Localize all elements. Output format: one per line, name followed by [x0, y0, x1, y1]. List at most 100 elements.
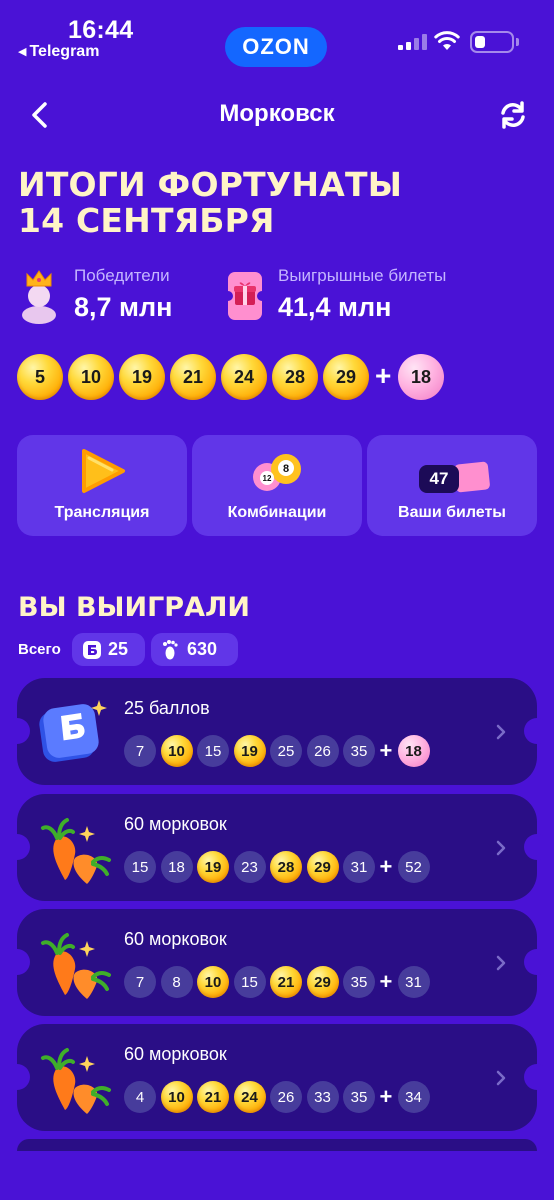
- ticket-notch: [524, 834, 550, 860]
- back-to-telegram-link[interactable]: ◀ Telegram: [18, 43, 99, 61]
- combinations-button[interactable]: 8 12 Комбинации: [192, 435, 362, 536]
- matched-number-ball: 10: [160, 1081, 193, 1113]
- bonus-ball: 18: [398, 354, 444, 400]
- chevron-right-icon: [496, 955, 506, 971]
- number-ball: 26: [306, 735, 339, 767]
- winner-crown-icon: [22, 270, 56, 324]
- number-ball: 31: [343, 851, 375, 883]
- plus-sign: +: [375, 360, 392, 391]
- stat-tickets-value: 41,4 млн: [278, 292, 392, 322]
- matched-number-ball: 24: [233, 1081, 266, 1113]
- ticket-notch: [4, 1064, 30, 1090]
- number-ball: 33: [306, 1081, 339, 1113]
- chevron-right-icon: [496, 840, 506, 856]
- winning-ball: 21: [170, 354, 216, 400]
- number-ball: 15: [233, 966, 266, 998]
- matched-number-ball: 29: [306, 966, 339, 998]
- bonus-ball: 34: [397, 1081, 430, 1113]
- ticket-notch: [524, 1064, 550, 1090]
- matched-bonus-ball: 18: [397, 735, 430, 767]
- ozon-logo: OZON: [225, 27, 327, 67]
- number-ball: 23: [233, 851, 266, 883]
- broadcast-label: Трансляция: [54, 504, 150, 521]
- stat-winners: Победители 8,7 млн: [18, 262, 208, 326]
- status-time: 16:44: [68, 16, 134, 44]
- prize-ticket-row[interactable]: 25 баллов 7 10 15 19 25 26 35 +18: [4, 678, 550, 785]
- matched-number-ball: 19: [233, 735, 266, 767]
- prize-title: 60 морковок: [124, 929, 227, 949]
- carrot-icon: [41, 933, 111, 999]
- stat-winners-label: Победители: [74, 266, 170, 285]
- wifi-icon: [434, 31, 460, 50]
- carrots-total-chip: 630: [151, 633, 238, 666]
- prize-title: 60 морковок: [124, 814, 227, 834]
- prize-ticket-row[interactable]: 60 морковок 7 8 10 15 21 29 35 +31: [4, 909, 550, 1016]
- number-ball: 35: [343, 966, 375, 998]
- winning-ball: 24: [221, 354, 267, 400]
- prize-ticket-row[interactable]: 60 морковок 4 10 21 24 26 33 35 +34: [4, 1024, 550, 1131]
- winning-ball: 5: [17, 354, 63, 400]
- matched-number-ball: 28: [270, 851, 302, 883]
- carrot-icon: [41, 818, 111, 884]
- number-ball: 18: [160, 851, 193, 883]
- matched-number-ball: 29: [306, 851, 339, 883]
- stat-tickets-label: Выигрышные билеты: [278, 266, 447, 285]
- headline-line-1: ИТОГИ ФОРТУНАТЫ: [18, 165, 403, 204]
- your-tickets-button[interactable]: 47 Ваши билеты: [367, 435, 537, 536]
- points-b-small-icon: [83, 641, 101, 659]
- prize-ticket-row[interactable]: 60 морковок 15 18 19 23 28 29 31 +52: [4, 794, 550, 901]
- plus-sign: +: [379, 969, 393, 994]
- prize-title: 25 баллов: [124, 698, 210, 718]
- ticket-notch: [4, 718, 30, 744]
- plus-sign: +: [379, 854, 393, 879]
- stat-winners-value: 8,7 млн: [74, 292, 173, 322]
- back-triangle-icon: ◀: [18, 46, 27, 58]
- tickets-count-badge: 47: [429, 469, 449, 488]
- number-ball: 15: [124, 851, 156, 883]
- chevron-right-icon: [496, 724, 506, 740]
- refresh-icon[interactable]: [496, 98, 530, 132]
- carrot-icon: [41, 1048, 111, 1114]
- status-bar: 16:44 ◀ Telegram OZON: [0, 0, 554, 80]
- number-ball: 25: [270, 735, 302, 767]
- ticket-notch: [4, 834, 30, 860]
- lottery-balls-icon: 8 12: [253, 454, 301, 491]
- number-ball: 8: [160, 966, 193, 998]
- winning-ball: 28: [272, 354, 318, 400]
- svg-text:12: 12: [263, 474, 272, 483]
- carrots-total-value: 630: [187, 639, 218, 659]
- broadcast-button[interactable]: Трансляция: [17, 435, 187, 536]
- total-label: Всего: [18, 641, 61, 658]
- chevron-right-icon: [496, 1070, 506, 1086]
- play-icon: [82, 449, 125, 493]
- headline-line-2: 14 СЕНТЯБРЯ: [18, 201, 275, 240]
- prize-title: 60 морковок: [124, 1044, 227, 1064]
- number-ball: 35: [343, 1081, 375, 1113]
- stat-winning-tickets: Выигрышные билеты 41,4 млн: [222, 262, 522, 326]
- won-title: ВЫ ВЫИГРАЛИ: [18, 592, 251, 623]
- winning-ball: 10: [68, 354, 114, 400]
- footprint-icon: [163, 640, 178, 660]
- matched-number-ball: 10: [160, 735, 193, 767]
- matched-number-ball: 10: [197, 966, 229, 998]
- bonus-ball: 52: [397, 851, 430, 883]
- matched-number-ball: 19: [197, 851, 229, 883]
- winning-ball: 19: [119, 354, 165, 400]
- number-ball: 7: [124, 735, 156, 767]
- ticket-notch: [524, 949, 550, 975]
- number-ball: 26: [270, 1081, 302, 1113]
- matched-number-ball: 21: [270, 966, 302, 998]
- ticket-notch: [524, 718, 550, 744]
- results-headline: ИТОГИ ФОРТУНАТЫ 14 СЕНТЯБРЯ: [18, 167, 458, 239]
- signal-icon: [398, 34, 428, 50]
- prize-ticket-row[interactable]: [17, 1139, 537, 1151]
- gift-ticket-icon: [224, 272, 266, 320]
- plus-sign: +: [379, 738, 393, 763]
- winning-ball: 29: [323, 354, 369, 400]
- bonus-ball: 31: [397, 966, 430, 998]
- points-b-icon: [39, 700, 107, 762]
- page-title: Морковск: [219, 100, 335, 127]
- svg-text:8: 8: [283, 463, 289, 475]
- matched-number-ball: 21: [197, 1081, 229, 1113]
- plus-sign: +: [379, 1084, 393, 1109]
